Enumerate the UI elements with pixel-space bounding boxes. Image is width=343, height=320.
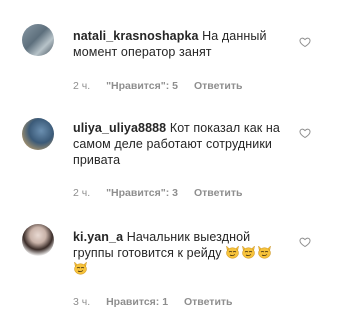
heart-outline-icon[interactable] (299, 36, 311, 48)
comment-body: ki.yan_a Начальник выездной группы готов… (73, 229, 288, 277)
comments-list: natali_krasnoshapka На данный момент опе… (0, 0, 343, 320)
comment-username[interactable]: uliya_uliya8888 (73, 121, 166, 135)
avatar[interactable] (22, 118, 54, 150)
reply-button[interactable]: Ответить (194, 187, 243, 199)
reply-button[interactable]: Ответить (184, 296, 233, 308)
heart-outline-icon[interactable] (299, 236, 311, 248)
comment-body: uliya_uliya8888 Кот показал как на самом… (73, 120, 288, 168)
comment-likes[interactable]: "Нравится": 3 (106, 187, 178, 199)
smirking-cat-face-icon (73, 261, 88, 275)
heart-outline-icon[interactable] (299, 127, 311, 139)
comment-time: 2 ч. (73, 187, 91, 199)
comment-meta: 2 ч. "Нравится": 5 Ответить (73, 80, 255, 92)
smirking-cat-face-icon (225, 245, 240, 259)
comment-time: 2 ч. (73, 80, 91, 92)
comment-username[interactable]: ki.yan_a (73, 230, 123, 244)
comment-meta: 2 ч. "Нравится": 3 Ответить (73, 187, 255, 199)
comment-likes[interactable]: Нравится: 1 (106, 296, 168, 308)
reply-button[interactable]: Ответить (194, 80, 243, 92)
smirking-cat-face-icon (257, 245, 272, 259)
comment-likes[interactable]: "Нравится": 5 (106, 80, 178, 92)
comment-username[interactable]: natali_krasnoshapka (73, 29, 199, 43)
avatar[interactable] (22, 224, 54, 256)
comment-time: 3 ч. (73, 296, 91, 308)
avatar[interactable] (22, 24, 54, 56)
comment-meta: 3 ч. Нравится: 1 Ответить (73, 296, 246, 308)
smirking-cat-face-icon (241, 245, 256, 259)
comment-body: natali_krasnoshapka На данный момент опе… (73, 28, 288, 60)
